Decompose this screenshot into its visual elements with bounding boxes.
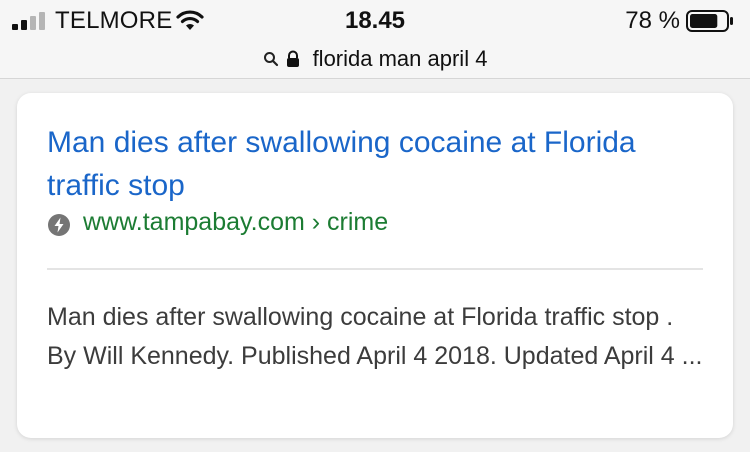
result-title-link[interactable]: Man dies after swallowing cocaine at Flo… [47, 121, 707, 207]
battery-percent: 78 % [625, 7, 680, 34]
battery-icon [686, 10, 733, 32]
search-icon [263, 52, 278, 67]
result-snippet: Man dies after swallowing cocaine at Flo… [47, 303, 703, 370]
amp-lightning-icon [48, 214, 70, 236]
status-bar: TELMORE 18.45 78 % [0, 0, 750, 40]
address-bar[interactable]: florida man april 4 [0, 40, 750, 79]
result-url[interactable]: www.tampabay.com › crime [83, 208, 388, 237]
divider [47, 268, 703, 270]
search-result-card: Man dies after swallowing cocaine at Flo… [17, 93, 733, 438]
address-query[interactable]: florida man april 4 [313, 46, 488, 72]
lock-icon [286, 50, 299, 67]
